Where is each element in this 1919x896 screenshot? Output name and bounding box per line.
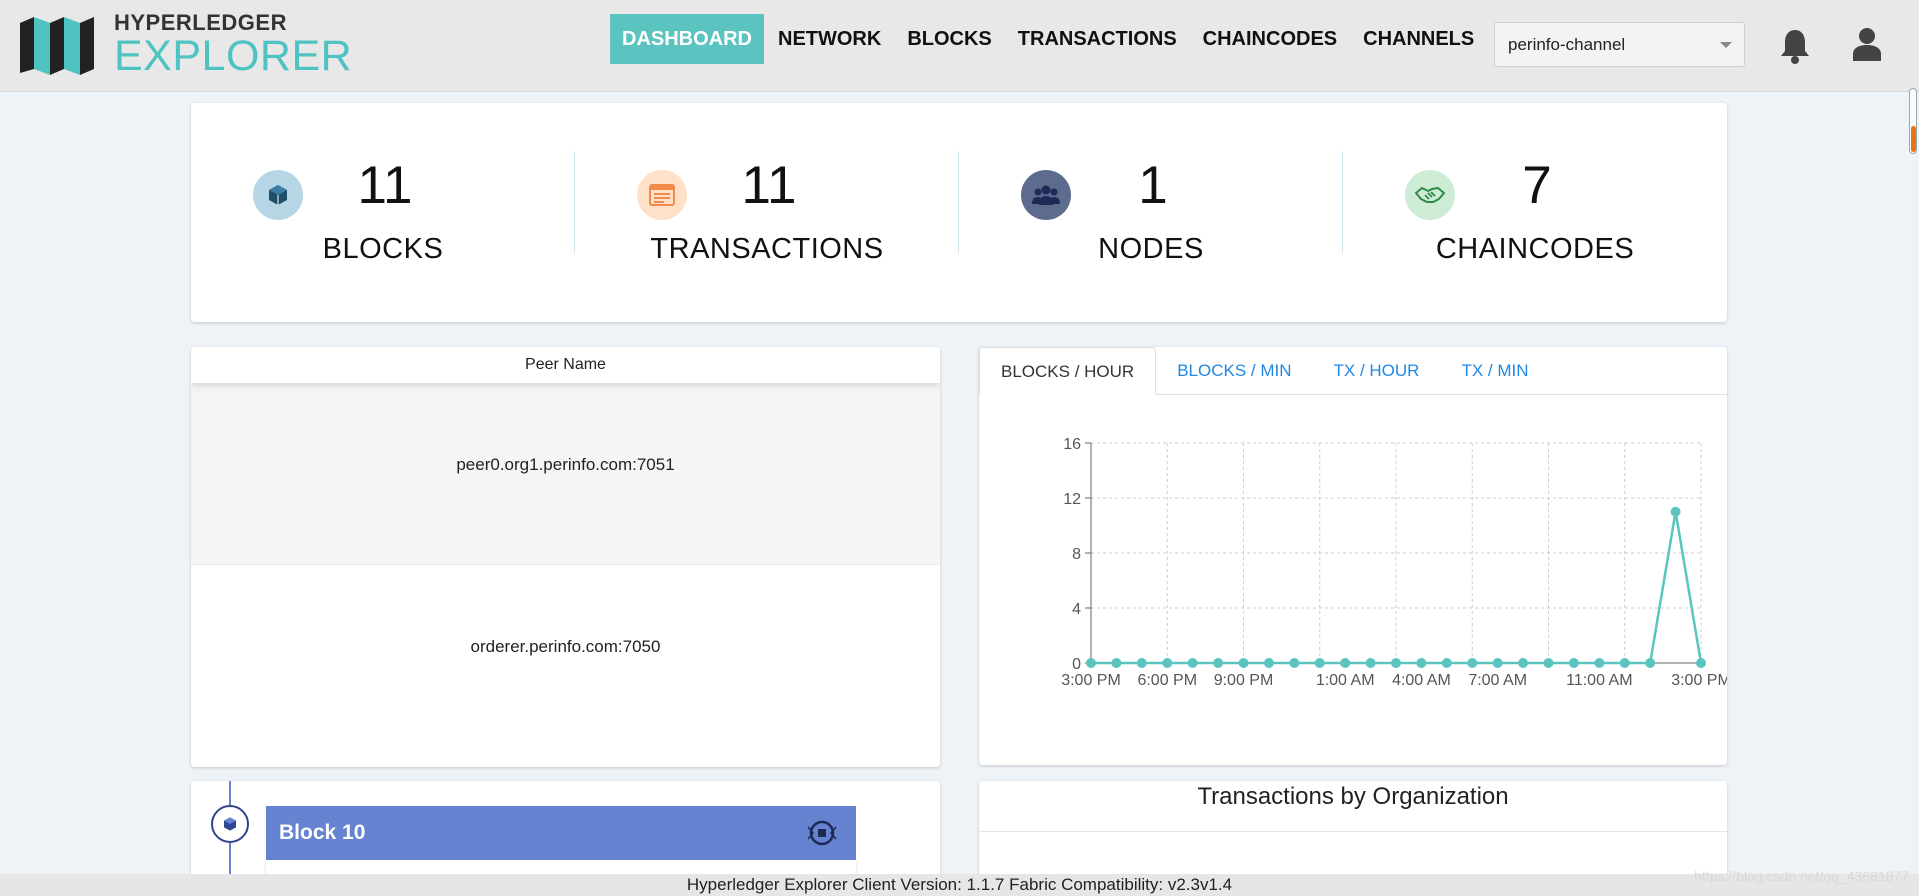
stat-label: CHAINCODES (1435, 233, 1635, 265)
org-card-title: Transactions by Organization (979, 781, 1727, 832)
bell-icon[interactable] (1778, 28, 1812, 64)
data-point (1187, 658, 1198, 668)
nav-dashboard[interactable]: DASHBOARD (610, 14, 764, 64)
x-tick-label: 9:00 PM (1214, 672, 1274, 689)
stat-nodes: 1 NODES (959, 103, 1343, 322)
stat-transactions: 11 TRANSACTIONS (575, 103, 959, 322)
x-tick-label: 3:00 PM (1671, 672, 1727, 689)
data-point (1619, 658, 1630, 668)
stat-label: NODES (1098, 233, 1204, 265)
stat-blocks: 11 BLOCKS (191, 103, 575, 322)
y-tick-label: 0 (1072, 656, 1081, 673)
app-header: HYPERLEDGER EXPLORER DASHBOARD NETWORK B… (0, 0, 1919, 92)
data-point (1111, 658, 1122, 668)
data-point (1518, 658, 1529, 668)
nav-transactions[interactable]: TRANSACTIONS (1006, 14, 1189, 64)
data-point (1441, 658, 1452, 668)
nav-channels[interactable]: CHANNELS (1351, 14, 1486, 64)
data-point (1696, 658, 1706, 668)
x-tick-label: 7:00 AM (1468, 672, 1527, 689)
x-tick-label: 4:00 AM (1392, 672, 1451, 689)
tab-tx-hour[interactable]: TX / HOUR (1313, 347, 1441, 395)
table-row[interactable]: peer0.org1.perinfo.com:7051 (191, 383, 940, 565)
data-point (1416, 658, 1427, 668)
x-tick-label: 3:00 PM (1061, 672, 1121, 689)
data-point (1086, 658, 1096, 668)
data-point (1568, 658, 1579, 668)
data-point (1340, 658, 1351, 668)
table-row[interactable]: orderer.perinfo.com:7050 (191, 565, 940, 747)
stat-value: 7 (1522, 156, 1552, 215)
hyperledger-logo[interactable]: HYPERLEDGER EXPLORER (20, 12, 352, 78)
data-point (1213, 658, 1224, 668)
x-tick-label: 1:00 AM (1316, 672, 1375, 689)
data-point (1365, 658, 1376, 668)
data-point (1492, 658, 1503, 668)
tab-blocks-min[interactable]: BLOCKS / MIN (1156, 347, 1312, 395)
data-point (1543, 658, 1554, 668)
channel-select[interactable]: perinfo-channel (1494, 22, 1745, 67)
data-point (1645, 658, 1656, 668)
data-point (1289, 658, 1300, 668)
block-card-header[interactable]: Block 10 (266, 806, 856, 860)
x-tick-label: 11:00 AM (1566, 672, 1632, 689)
block-title: Block 10 (279, 821, 366, 844)
main-nav: DASHBOARD NETWORK BLOCKS TRANSACTIONS CH… (610, 14, 1488, 64)
y-tick-label: 16 (1063, 436, 1081, 453)
stat-label: TRANSACTIONS (650, 233, 884, 265)
nav-network[interactable]: NETWORK (766, 14, 893, 64)
peer-name-header[interactable]: Peer Name (191, 347, 940, 383)
chevron-down-icon (1720, 42, 1732, 48)
stat-value: 11 (357, 156, 413, 215)
stats-card: 11 BLOCKS 11 TRANSACTIONS 1 NODES 7 CHAI… (191, 103, 1727, 322)
data-point (1238, 658, 1249, 668)
blocks-chart-card: BLOCKS / HOUR BLOCKS / MIN TX / HOUR TX … (979, 347, 1727, 765)
data-point (1391, 658, 1401, 668)
chart-tabs: BLOCKS / HOUR BLOCKS / MIN TX / HOUR TX … (979, 347, 1727, 395)
data-point (1314, 658, 1325, 668)
logo-text: HYPERLEDGER EXPLORER (114, 12, 352, 78)
y-tick-label: 12 (1063, 491, 1081, 508)
logo-top-text: HYPERLEDGER (114, 10, 287, 35)
block-view-icon[interactable] (806, 817, 838, 849)
data-point (1670, 506, 1681, 517)
tab-blocks-hour[interactable]: BLOCKS / HOUR (979, 347, 1157, 395)
nav-chaincodes[interactable]: CHAINCODES (1191, 14, 1349, 64)
stat-label: BLOCKS (322, 233, 444, 265)
user-icon[interactable] (1852, 27, 1882, 61)
footer-version: Hyperledger Explorer Client Version: 1.1… (0, 874, 1919, 896)
stat-value: 1 (1138, 156, 1168, 215)
logo-bottom-text: EXPLORER (114, 32, 353, 80)
watermark: https://blog.csdn.net/qq_43681877 (1694, 868, 1909, 884)
x-tick-label: 6:00 PM (1137, 672, 1197, 689)
y-tick-label: 4 (1072, 601, 1081, 618)
channel-select-value: perinfo-channel (1508, 35, 1626, 54)
data-point (1263, 658, 1274, 668)
stat-value: 11 (741, 156, 797, 215)
data-point (1136, 658, 1147, 668)
scrollbar-marker (1911, 126, 1916, 152)
logo-mark-icon (20, 17, 94, 75)
nav-blocks[interactable]: BLOCKS (895, 14, 1003, 64)
data-point (1162, 658, 1173, 668)
y-tick-label: 8 (1072, 546, 1081, 563)
cube-icon (211, 805, 249, 843)
data-point (1467, 658, 1478, 668)
stat-chaincodes: 7 CHAINCODES (1343, 103, 1727, 322)
blocks-per-hour-chart: 0 4 8 12 16 3:00 PM 6:00 PM 9:00 PM 1:00 AM 4:00 … (1061, 436, 1727, 689)
tab-tx-min[interactable]: TX / MIN (1440, 347, 1549, 395)
data-point (1594, 658, 1605, 668)
peers-table: Peer Name peer0.org1.perinfo.com:7051 or… (191, 347, 940, 767)
scrollbar[interactable] (1907, 88, 1919, 156)
